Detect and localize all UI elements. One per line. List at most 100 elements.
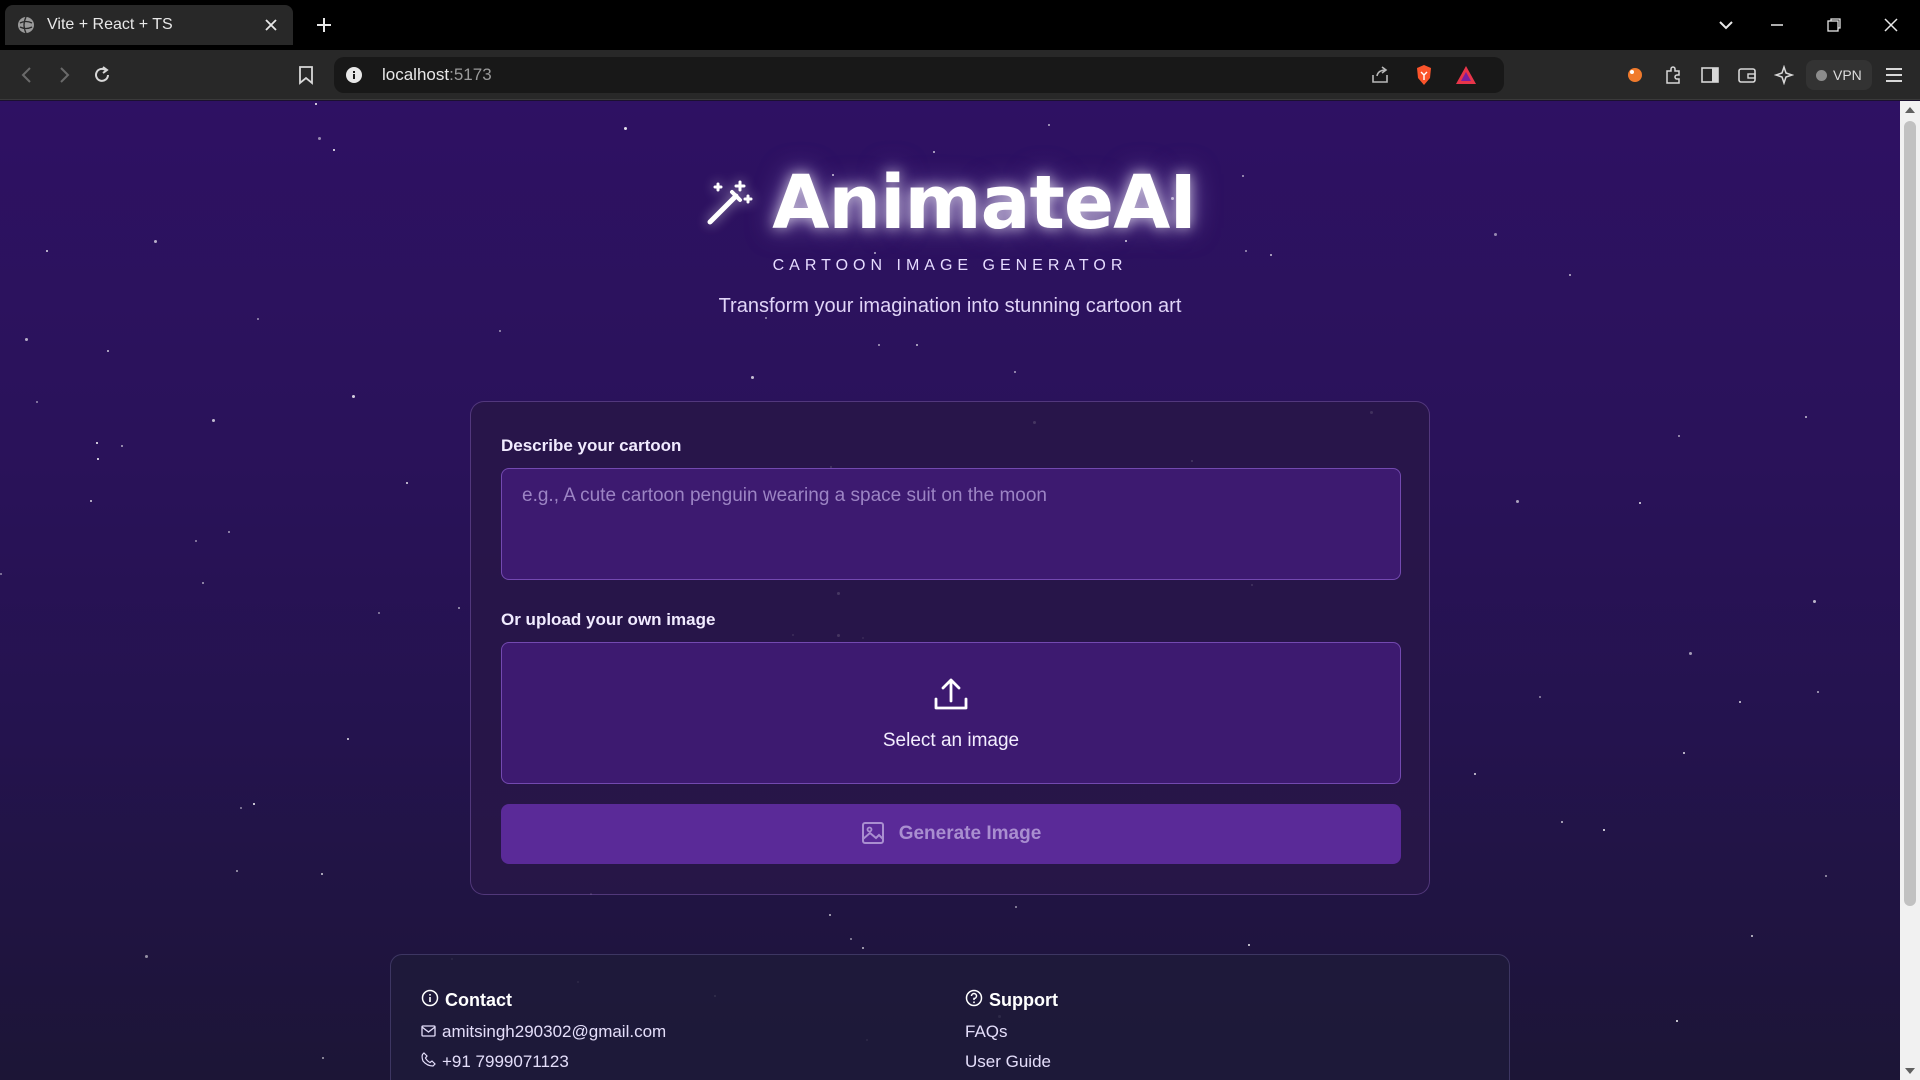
star bbox=[212, 419, 215, 422]
scroll-up-arrow[interactable] bbox=[1905, 107, 1915, 113]
upload-dropzone[interactable]: Select an image bbox=[501, 642, 1401, 784]
star bbox=[0, 573, 2, 575]
star bbox=[347, 738, 349, 740]
url-text: localhost:5173 bbox=[382, 65, 492, 85]
star bbox=[1561, 821, 1563, 823]
menu-icon[interactable] bbox=[1882, 63, 1906, 87]
star bbox=[202, 582, 204, 584]
address-bar[interactable]: localhost:5173 bbox=[334, 57, 1504, 93]
star bbox=[406, 482, 408, 484]
close-window-icon[interactable] bbox=[1879, 13, 1903, 37]
star bbox=[874, 252, 876, 254]
star bbox=[1474, 773, 1476, 775]
browser-tab[interactable]: Vite + React + TS bbox=[5, 5, 293, 45]
brave-shield-icon[interactable] bbox=[1412, 63, 1436, 87]
support-section: Support FAQs User Guide bbox=[965, 989, 1058, 1072]
star bbox=[916, 344, 918, 346]
star bbox=[1603, 829, 1605, 831]
chevron-down-icon[interactable] bbox=[1714, 13, 1738, 37]
star bbox=[253, 803, 255, 805]
star bbox=[1805, 416, 1807, 418]
mail-icon bbox=[421, 1022, 436, 1042]
support-heading: Support bbox=[965, 989, 1058, 1012]
minimize-icon[interactable] bbox=[1765, 13, 1789, 37]
star bbox=[321, 873, 323, 875]
star bbox=[1015, 906, 1017, 908]
share-icon[interactable] bbox=[1368, 63, 1392, 87]
extensions-icon[interactable] bbox=[1661, 63, 1685, 87]
generate-image-button[interactable]: Generate Image bbox=[501, 804, 1401, 864]
browser-tab-bar: Vite + React + TS bbox=[0, 0, 1920, 50]
star bbox=[1751, 935, 1753, 937]
back-icon[interactable] bbox=[15, 63, 39, 87]
star bbox=[1817, 691, 1819, 693]
star bbox=[236, 870, 238, 872]
star bbox=[145, 955, 148, 958]
star bbox=[97, 458, 99, 460]
star bbox=[1683, 752, 1685, 754]
star bbox=[829, 914, 831, 916]
star bbox=[1813, 600, 1816, 603]
faqs-link[interactable]: FAQs bbox=[965, 1022, 1058, 1042]
star bbox=[46, 250, 48, 252]
star bbox=[36, 401, 38, 403]
star bbox=[751, 376, 754, 379]
wallet-icon[interactable] bbox=[1735, 63, 1759, 87]
vpn-label: VPN bbox=[1833, 67, 1862, 83]
star bbox=[228, 531, 230, 533]
star bbox=[1676, 1020, 1678, 1022]
star bbox=[1048, 124, 1050, 126]
contact-heading: Contact bbox=[421, 989, 666, 1012]
plus-icon[interactable] bbox=[312, 13, 336, 37]
brand-header: AnimateAI bbox=[707, 160, 1197, 246]
brave-rewards-icon[interactable] bbox=[1454, 63, 1478, 87]
star bbox=[322, 1057, 324, 1059]
page-title: AnimateAI bbox=[772, 160, 1197, 246]
star bbox=[1825, 875, 1827, 877]
star bbox=[318, 137, 321, 140]
page-tagline: Transform your imagination into stunning… bbox=[718, 295, 1182, 317]
page-footer: Contact amitsingh290302@gmail.com +91 79… bbox=[390, 954, 1510, 1080]
contact-email[interactable]: amitsingh290302@gmail.com bbox=[421, 1022, 666, 1042]
info-icon[interactable] bbox=[344, 65, 364, 85]
close-icon[interactable] bbox=[261, 15, 281, 35]
browser-toolbar: localhost:5173 VPN bbox=[0, 50, 1920, 100]
star bbox=[154, 240, 157, 243]
star bbox=[1739, 701, 1741, 703]
help-circle-icon bbox=[965, 989, 983, 1012]
phone-icon bbox=[421, 1052, 436, 1072]
generator-card: Describe your cartoon Or upload your own… bbox=[470, 401, 1430, 895]
tab-title: Vite + React + TS bbox=[47, 16, 173, 33]
info-circle-icon bbox=[421, 989, 439, 1012]
star bbox=[499, 330, 501, 332]
star bbox=[96, 442, 98, 444]
vpn-status-icon bbox=[1816, 69, 1827, 81]
bookmark-icon[interactable] bbox=[294, 63, 318, 87]
star bbox=[333, 149, 335, 151]
contact-phone[interactable]: +91 7999071123 bbox=[421, 1052, 666, 1072]
star bbox=[1270, 254, 1272, 256]
star bbox=[933, 151, 935, 153]
image-icon bbox=[861, 821, 885, 848]
contact-title: Contact bbox=[445, 990, 512, 1010]
star bbox=[1689, 652, 1692, 655]
upload-icon bbox=[932, 675, 970, 718]
page-scrollbar[interactable] bbox=[1900, 101, 1920, 1080]
prompt-input[interactable] bbox=[501, 468, 1401, 580]
select-image-label: Select an image bbox=[882, 729, 1020, 751]
restore-icon[interactable] bbox=[1822, 13, 1846, 37]
phone-text: +91 7999071123 bbox=[442, 1052, 569, 1071]
ai-sparkle-icon[interactable] bbox=[1772, 63, 1796, 87]
forward-icon[interactable] bbox=[52, 63, 76, 87]
leo-icon[interactable] bbox=[1623, 63, 1647, 87]
vpn-button[interactable]: VPN bbox=[1806, 60, 1872, 90]
star bbox=[878, 344, 880, 346]
reload-icon[interactable] bbox=[90, 63, 114, 87]
user-guide-link[interactable]: User Guide bbox=[965, 1052, 1058, 1072]
sidebar-icon[interactable] bbox=[1698, 63, 1722, 87]
scroll-thumb[interactable] bbox=[1904, 121, 1916, 906]
star bbox=[1678, 435, 1680, 437]
star bbox=[1516, 500, 1519, 503]
scroll-down-arrow[interactable] bbox=[1905, 1068, 1915, 1074]
page-subtitle: CARTOON IMAGE GENERATOR bbox=[772, 257, 1128, 274]
